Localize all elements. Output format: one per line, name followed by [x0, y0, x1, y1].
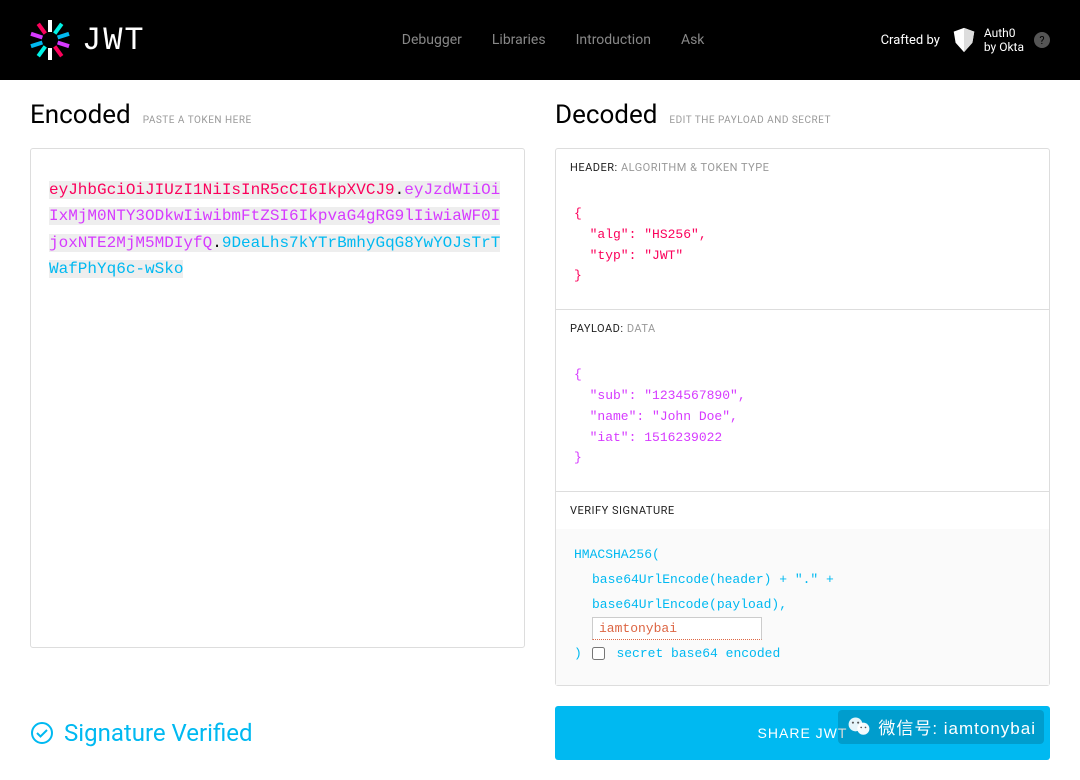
auth0-shield-icon — [950, 26, 978, 54]
top-nav-bar: JWT Debugger Libraries Introduction Ask … — [0, 0, 1080, 80]
decoded-title: Decoded — [555, 100, 657, 130]
decoded-subtitle: EDIT THE PAYLOAD AND SECRET — [669, 115, 831, 126]
decoded-header-section: HEADER: ALGORITHM & TOKEN TYPE { "alg": … — [556, 149, 1049, 310]
verify-signature-section: VERIFY SIGNATURE HMACSHA256( base64UrlEn… — [556, 492, 1049, 684]
decoded-payload-section: PAYLOAD: DATA { "sub": "1234567890", "na… — [556, 310, 1049, 492]
verify-line1: HMACSHA256( — [574, 543, 1031, 568]
verify-section-label: VERIFY SIGNATURE — [570, 504, 675, 517]
secret-base64-checkbox[interactable] — [592, 647, 605, 660]
help-icon[interactable]: ? — [1034, 32, 1050, 48]
verify-close: ) — [574, 646, 582, 661]
secret-base64-label: secret base64 encoded — [616, 646, 780, 661]
header-section-label: HEADER: — [570, 161, 618, 174]
secret-input[interactable] — [592, 617, 762, 640]
encoded-subtitle: PASTE A TOKEN HERE — [143, 115, 252, 126]
footer-row: Signature Verified SHARE JWT 微信号: iamton… — [0, 696, 1080, 780]
payload-json-body[interactable]: { "sub": "1234567890", "name": "John Doe… — [556, 347, 1049, 491]
encoded-column: Encoded PASTE A TOKEN HERE eyJhbGciOiJIU… — [30, 100, 525, 686]
encoded-token-box[interactable]: eyJhbGciOiJIUzI1NiIsInR5cCI6IkpXVCJ9.eyJ… — [30, 148, 525, 648]
verify-line2: base64UrlEncode(header) + "." + — [574, 568, 1031, 593]
decoded-box: HEADER: ALGORITHM & TOKEN TYPE { "alg": … — [555, 148, 1050, 686]
header-json: { "alg": "HS256", "typ": "JWT" } — [574, 204, 1031, 287]
share-label: SHARE JWT — [758, 725, 848, 741]
crafted-by-label: Crafted by — [881, 33, 940, 48]
share-jwt-button[interactable]: SHARE JWT 微信号: iamtonybai — [555, 706, 1050, 760]
token-header-part: eyJhbGciOiJIUzI1NiIsInR5cCI6IkpXVCJ9 — [49, 181, 395, 199]
main-content: Encoded PASTE A TOKEN HERE eyJhbGciOiJIU… — [0, 80, 1080, 696]
auth0-line2: by Okta — [984, 40, 1024, 54]
nav-introduction[interactable]: Introduction — [576, 32, 651, 48]
header-section-sub: ALGORITHM & TOKEN TYPE — [621, 161, 769, 174]
payload-section-sub: DATA — [627, 322, 656, 335]
verified-text: Signature Verified — [64, 719, 253, 747]
auth0-line1: Auth0 — [984, 26, 1024, 40]
wechat-icon — [846, 714, 872, 740]
logo-text: JWT — [82, 22, 146, 59]
nav-libraries[interactable]: Libraries — [492, 32, 546, 48]
nav-debugger[interactable]: Debugger — [402, 32, 462, 48]
signature-status: Signature Verified — [30, 719, 525, 747]
crafted-by: Crafted by Auth0 by Okta ? — [881, 26, 1050, 55]
decoded-column: Decoded EDIT THE PAYLOAD AND SECRET HEAD… — [555, 100, 1050, 686]
auth0-logo[interactable]: Auth0 by Okta — [950, 26, 1024, 55]
verified-check-icon — [30, 721, 54, 745]
nav-links: Debugger Libraries Introduction Ask — [226, 32, 881, 48]
nav-ask[interactable]: Ask — [681, 32, 704, 48]
verify-line3: base64UrlEncode(payload), — [574, 593, 1031, 618]
payload-section-label: PAYLOAD: — [570, 322, 624, 335]
header-json-body[interactable]: { "alg": "HS256", "typ": "JWT" } — [556, 186, 1049, 309]
jwt-logo-icon — [30, 20, 70, 60]
wechat-label: 微信号: iamtonybai — [878, 714, 1036, 739]
verify-body: HMACSHA256( base64UrlEncode(header) + ".… — [556, 529, 1049, 684]
encoded-title: Encoded — [30, 100, 131, 130]
payload-json: { "sub": "1234567890", "name": "John Doe… — [574, 365, 1031, 469]
wechat-watermark: 微信号: iamtonybai — [838, 710, 1044, 744]
logo-area[interactable]: JWT — [30, 20, 146, 60]
